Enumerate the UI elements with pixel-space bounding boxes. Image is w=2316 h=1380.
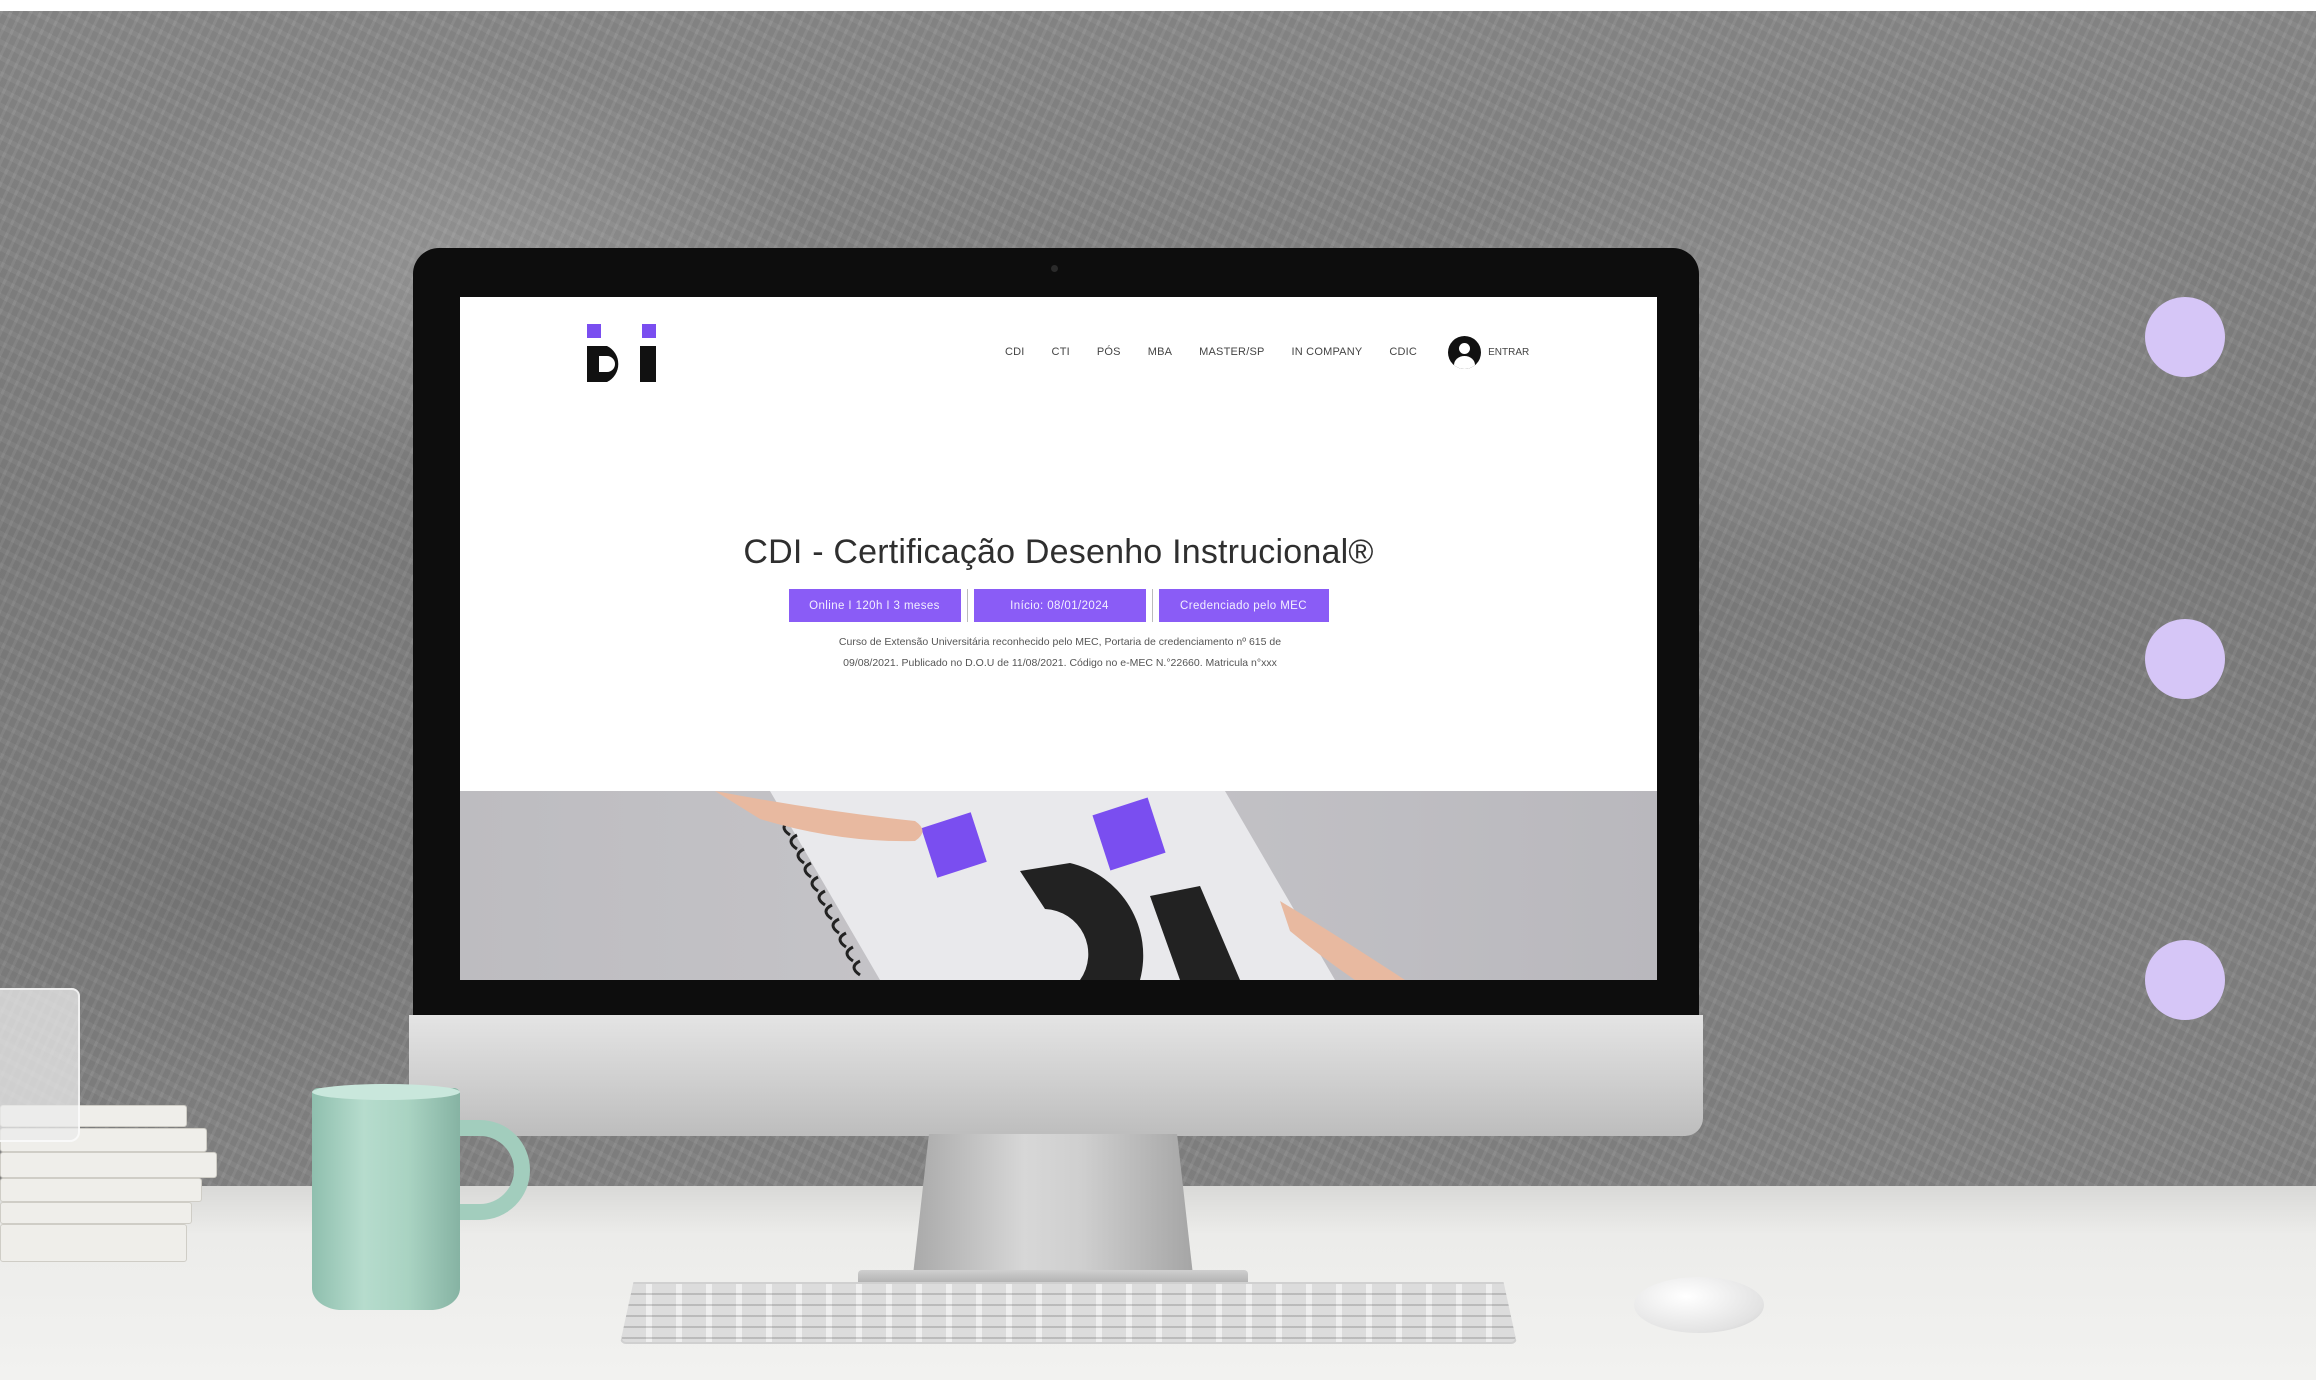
- top-border: [0, 0, 2316, 11]
- nav-item-cdic[interactable]: CDIC: [1389, 346, 1417, 358]
- book: [0, 1202, 192, 1224]
- mug-rim: [312, 1084, 460, 1100]
- website-screen: CDI CTI PÓS MBA MASTER/SP IN COMPANY CDI…: [460, 297, 1657, 980]
- course-badges: Online I 120h I 3 meses Início: 08/01/20…: [460, 589, 1657, 622]
- decorative-dot: [2145, 297, 2225, 377]
- book: [0, 1152, 217, 1178]
- book: [0, 1178, 202, 1202]
- nav-item-mba[interactable]: MBA: [1148, 346, 1172, 358]
- nav-item-pos[interactable]: PÓS: [1097, 346, 1121, 358]
- main-nav: CDI CTI PÓS MBA MASTER/SP IN COMPANY CDI…: [1005, 335, 1529, 369]
- candle-jar: [0, 988, 80, 1142]
- badge-accreditation: Credenciado pelo MEC: [1158, 589, 1329, 622]
- description-line-2: 09/08/2021. Publicado no D.O.U de 11/08/…: [843, 657, 1277, 669]
- badge-divider: [966, 589, 968, 622]
- keyboard: [620, 1282, 1517, 1344]
- login-link[interactable]: ENTRAR: [1488, 347, 1529, 358]
- description-line-1: Curso de Extensão Universitária reconhec…: [838, 636, 1282, 648]
- badge-divider: [1151, 589, 1153, 622]
- nav-item-cdi[interactable]: CDI: [1005, 346, 1025, 358]
- nav-item-cti[interactable]: CTI: [1052, 346, 1070, 358]
- green-mug: [312, 1088, 460, 1310]
- nav-item-in-company[interactable]: IN COMPANY: [1292, 346, 1363, 358]
- monitor-chin: [409, 1015, 1703, 1136]
- avatar-head: [1459, 342, 1471, 354]
- decorative-dot: [2145, 940, 2225, 1020]
- user-avatar-icon[interactable]: [1448, 335, 1482, 369]
- page-title: CDI - Certificação Desenho Instrucional®: [743, 533, 1374, 571]
- decorative-dot: [2145, 619, 2225, 699]
- monitor-stand: [912, 1134, 1194, 1284]
- badge-start-date: Início: 08/01/2024: [973, 589, 1146, 622]
- badge-format: Online I 120h I 3 meses: [788, 589, 961, 622]
- hero-banner-image: [460, 791, 1657, 980]
- notebook-photo: [715, 791, 1405, 980]
- di-logo-icon[interactable]: [587, 322, 657, 382]
- course-description: Curso de Extensão Universitária reconhec…: [800, 632, 1320, 674]
- avatar-body: [1454, 355, 1476, 369]
- nav-item-master-sp[interactable]: MASTER/SP: [1199, 346, 1264, 358]
- book: [0, 1224, 187, 1262]
- webcam: [1051, 265, 1058, 272]
- mouse: [1634, 1277, 1764, 1333]
